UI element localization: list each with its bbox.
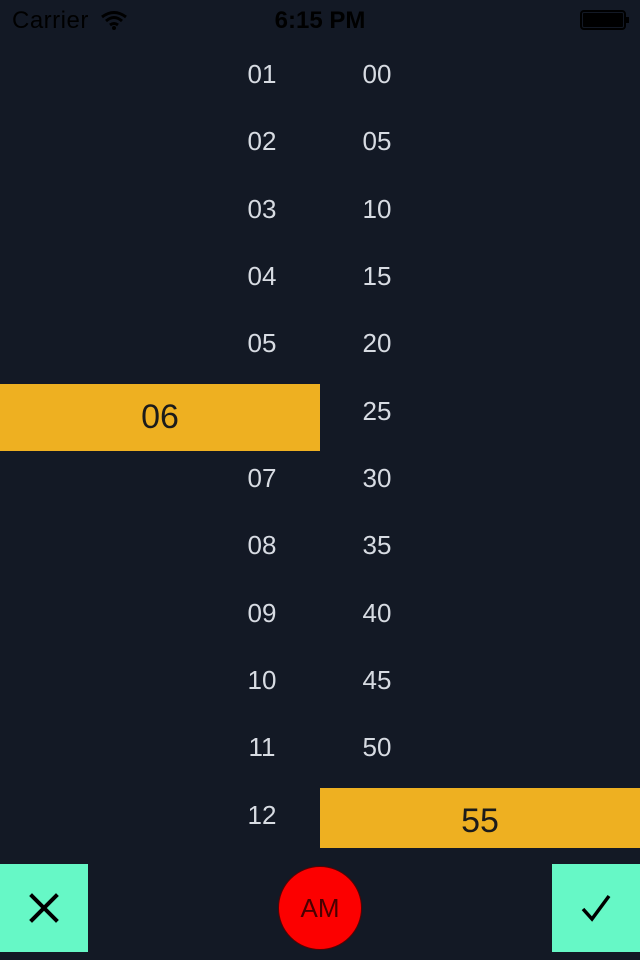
minute-option[interactable]: 20	[327, 310, 427, 377]
selected-hour[interactable]: 06	[0, 384, 320, 451]
hour-option[interactable]: 03	[212, 176, 312, 243]
minute-option[interactable]: 05	[327, 108, 427, 175]
minute-option[interactable]: 25	[327, 378, 427, 445]
hour-option[interactable]: 08	[212, 512, 312, 579]
hour-option[interactable]: 05	[212, 310, 312, 377]
hour-option[interactable]: 01	[212, 41, 312, 108]
minute-option[interactable]: 00	[327, 41, 427, 108]
status-time: 6:15 PM	[274, 7, 366, 34]
ampm-toggle-button[interactable]: AM	[278, 866, 362, 950]
ampm-label: AM	[300, 892, 340, 923]
hour-option[interactable]: 11	[212, 714, 312, 781]
minute-picker[interactable]: 00 05 10 15 20 25 30 35 40 45 50	[320, 40, 640, 850]
hour-option[interactable]: 09	[212, 580, 312, 647]
selected-minute[interactable]: 55	[320, 788, 640, 848]
cancel-button[interactable]	[0, 864, 88, 952]
minute-option[interactable]: 50	[327, 714, 427, 781]
minute-option[interactable]: 30	[327, 445, 427, 512]
hour-option[interactable]: 10	[212, 647, 312, 714]
minute-option[interactable]: 15	[327, 243, 427, 310]
status-bar: Carrier 6:15 PM	[0, 0, 640, 40]
hour-option[interactable]: 12	[212, 782, 312, 849]
minute-option[interactable]: 35	[327, 512, 427, 579]
hour-option[interactable]: 04	[212, 243, 312, 310]
close-icon	[29, 893, 59, 923]
battery-icon	[580, 10, 629, 30]
checkmark-icon	[581, 894, 611, 922]
minute-option[interactable]: 45	[327, 647, 427, 714]
hour-option[interactable]: 02	[212, 108, 312, 175]
confirm-button[interactable]	[552, 864, 640, 952]
hour-option[interactable]: 07	[212, 445, 312, 512]
minute-option[interactable]: 10	[327, 176, 427, 243]
minute-option[interactable]: 40	[327, 580, 427, 647]
